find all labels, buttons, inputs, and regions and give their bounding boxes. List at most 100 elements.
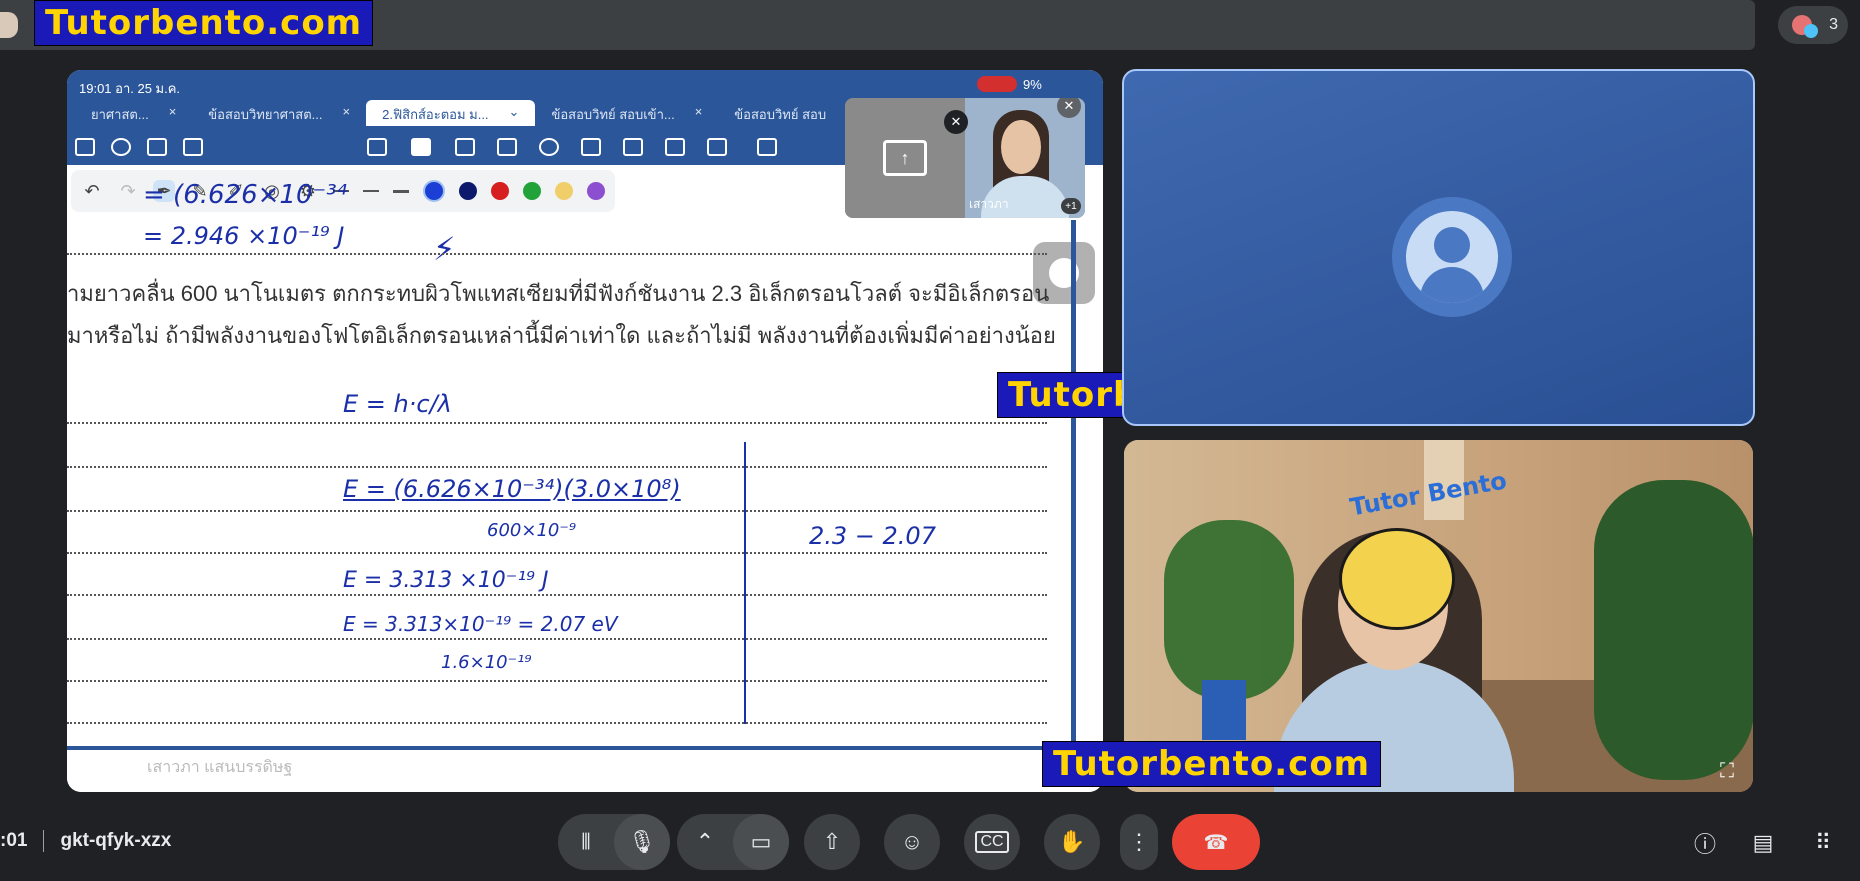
ruled-line: [67, 253, 1047, 255]
chevron-down-icon[interactable]: ⌄: [509, 104, 520, 122]
tab-bar: ยาศาสต... × ข้อสอบวิทยาศาสต... × 2.ฟิสิกส์…: [75, 100, 842, 126]
ruled-line: [67, 510, 1047, 512]
handwriting-divider: [744, 442, 746, 724]
avatar: [1392, 197, 1512, 317]
shapes-icon[interactable]: [539, 138, 559, 156]
activities-icon[interactable]: ⠿: [1808, 828, 1838, 858]
search-icon[interactable]: [111, 138, 131, 156]
redo-icon[interactable]: ↷: [117, 180, 139, 202]
lasso-icon[interactable]: [367, 138, 387, 156]
ai-icon[interactable]: [147, 138, 167, 156]
end-call-icon: ☎: [1203, 831, 1229, 854]
color-purple[interactable]: [587, 182, 605, 200]
ipad-time: 19:01 อา. 25 ม.ค.: [79, 81, 181, 96]
hand-icon: ✋: [1058, 829, 1086, 854]
participants-button[interactable]: 3: [1778, 6, 1848, 44]
color-navy[interactable]: [459, 182, 477, 200]
reactions-button[interactable]: ☺: [884, 814, 940, 870]
pip-name: เสาวภา: [969, 197, 1009, 211]
color-red[interactable]: [491, 182, 509, 200]
sticky-note-icon[interactable]: [665, 138, 685, 156]
captions-button[interactable]: CC: [964, 814, 1020, 870]
mic-off-icon: ✕: [944, 110, 968, 134]
participant-tile-avatar[interactable]: [1122, 69, 1755, 426]
crop-icon[interactable]: ⛶: [1720, 760, 1734, 783]
handwriting-top1: = (6.626×10⁻³⁴: [143, 180, 348, 210]
video-plant-right: [1594, 480, 1753, 780]
pip-more-badge: +1: [1061, 198, 1081, 214]
close-icon[interactable]: ×: [695, 104, 703, 122]
elements-icon[interactable]: [623, 138, 643, 156]
ruled-line: [67, 422, 1047, 424]
close-icon[interactable]: ×: [343, 104, 351, 122]
ruled-line: [67, 680, 1047, 682]
watermark-top: Tutorbento.com: [34, 0, 374, 46]
chevron-up-icon[interactable]: ⌃: [677, 814, 733, 870]
watermark-bottom: Tutorbento.com: [1042, 741, 1382, 787]
eraser-icon[interactable]: [455, 138, 475, 156]
signer-name: เสาวภา แสนบรรดิษฐ: [147, 759, 293, 776]
ruled-line: [67, 552, 1047, 554]
more-vert-icon: ⋮: [1128, 829, 1150, 854]
medium-line-option[interactable]: [363, 190, 379, 192]
close-icon[interactable]: ×: [169, 104, 177, 122]
participant-tile-camera[interactable]: Tutor Bento ⛶: [1124, 440, 1753, 792]
mic-control[interactable]: ⦀ 🎙: [558, 814, 670, 870]
laser-icon[interactable]: [707, 138, 727, 156]
document-icon[interactable]: [183, 138, 203, 156]
tab-5[interactable]: ข้อสอบวิทย์ สอบ: [718, 100, 842, 126]
handwriting-check: ⚡: [433, 230, 456, 268]
question-line-2: มาหรือไม่ ถ้ามีพลังงานของโฟโตอิเล็กตรอนเ…: [67, 323, 1056, 348]
color-blue[interactable]: [423, 180, 445, 202]
text-box-icon[interactable]: [497, 138, 517, 156]
microphone-icon[interactable]: [757, 138, 777, 156]
handwriting-e4-den: 1.6×10⁻¹⁹: [441, 652, 532, 673]
pip-window[interactable]: ↑ เสาวภา +1 ✕ ✕: [845, 98, 1085, 218]
ruled-line: [67, 594, 1047, 596]
emoji-icon: ☺: [900, 829, 924, 854]
camera-control[interactable]: ⌃ ▭: [677, 814, 789, 870]
meeting-info: :01 gkt-qfyk-xzx: [0, 830, 171, 852]
color-green[interactable]: [523, 182, 541, 200]
handwriting-side: 2.3 − 2.07: [809, 522, 936, 550]
tab-2[interactable]: ข้อสอบวิทยาศาสต... ×: [192, 100, 366, 126]
ipad-status: 9%: [977, 76, 1042, 92]
tutor-bento-sticker: [1339, 528, 1455, 630]
participant-avatar: [1804, 24, 1818, 38]
pip-face: [1001, 120, 1041, 174]
meeting-code: gkt-qfyk-xzx: [60, 830, 172, 851]
pen-icon[interactable]: [411, 138, 431, 156]
thick-line-option[interactable]: [393, 189, 409, 193]
chat-icon[interactable]: ▤: [1748, 828, 1778, 858]
image-icon[interactable]: [581, 138, 601, 156]
record-indicator: [977, 76, 1017, 92]
captions-icon: CC: [975, 831, 1009, 853]
question-line-1: ามยาวคลื่น 600 นาโนเมตร ตกกระทบผิวโพแทสเ…: [67, 281, 1050, 306]
camera-icon[interactable]: ▭: [733, 814, 789, 870]
tab-4[interactable]: ข้อสอบวิทย์ สอบเข้า... ×: [535, 100, 718, 126]
handwriting-e3: E = 3.313 ×10⁻¹⁹ J: [343, 568, 549, 593]
present-button[interactable]: ⇧: [804, 814, 860, 870]
handwriting-e4: E = 3.313×10⁻¹⁹ = 2.07 eV: [343, 612, 618, 636]
audio-settings-icon[interactable]: ⦀: [558, 814, 614, 870]
video-pot: [1202, 680, 1246, 740]
sidebar-icon[interactable]: [75, 138, 95, 156]
raise-hand-button[interactable]: ✋: [1044, 814, 1100, 870]
tab-1[interactable]: ยาศาสต... ×: [75, 100, 192, 126]
meeting-time: :01: [0, 830, 28, 851]
info-icon[interactable]: ⓘ: [1690, 828, 1720, 858]
end-call-button[interactable]: ☎: [1172, 814, 1260, 870]
shared-screen[interactable]: 19:01 อา. 25 ม.ค. 9% ยาศาสต... × ข้อสอบวิ…: [67, 70, 1103, 792]
undo-icon[interactable]: ↶: [81, 180, 103, 202]
divider: [43, 830, 45, 852]
present-icon: ⇧: [822, 829, 842, 854]
handwriting-e2: E = (6.626×10⁻³⁴)(3.0×10⁸): [343, 475, 681, 503]
battery-level: 9%: [1023, 76, 1042, 92]
tab-3-active[interactable]: 2.ฟิสิกส์อะตอม ม... ⌄: [366, 100, 536, 126]
microphone-icon[interactable]: 🎙: [614, 814, 670, 870]
ruled-line: [67, 638, 1047, 640]
handwriting-e1: E = h·c/λ: [343, 390, 452, 418]
participant-count: 3: [1829, 16, 1838, 33]
color-yellow[interactable]: [555, 182, 573, 200]
more-options-button[interactable]: ⋮: [1120, 814, 1158, 870]
